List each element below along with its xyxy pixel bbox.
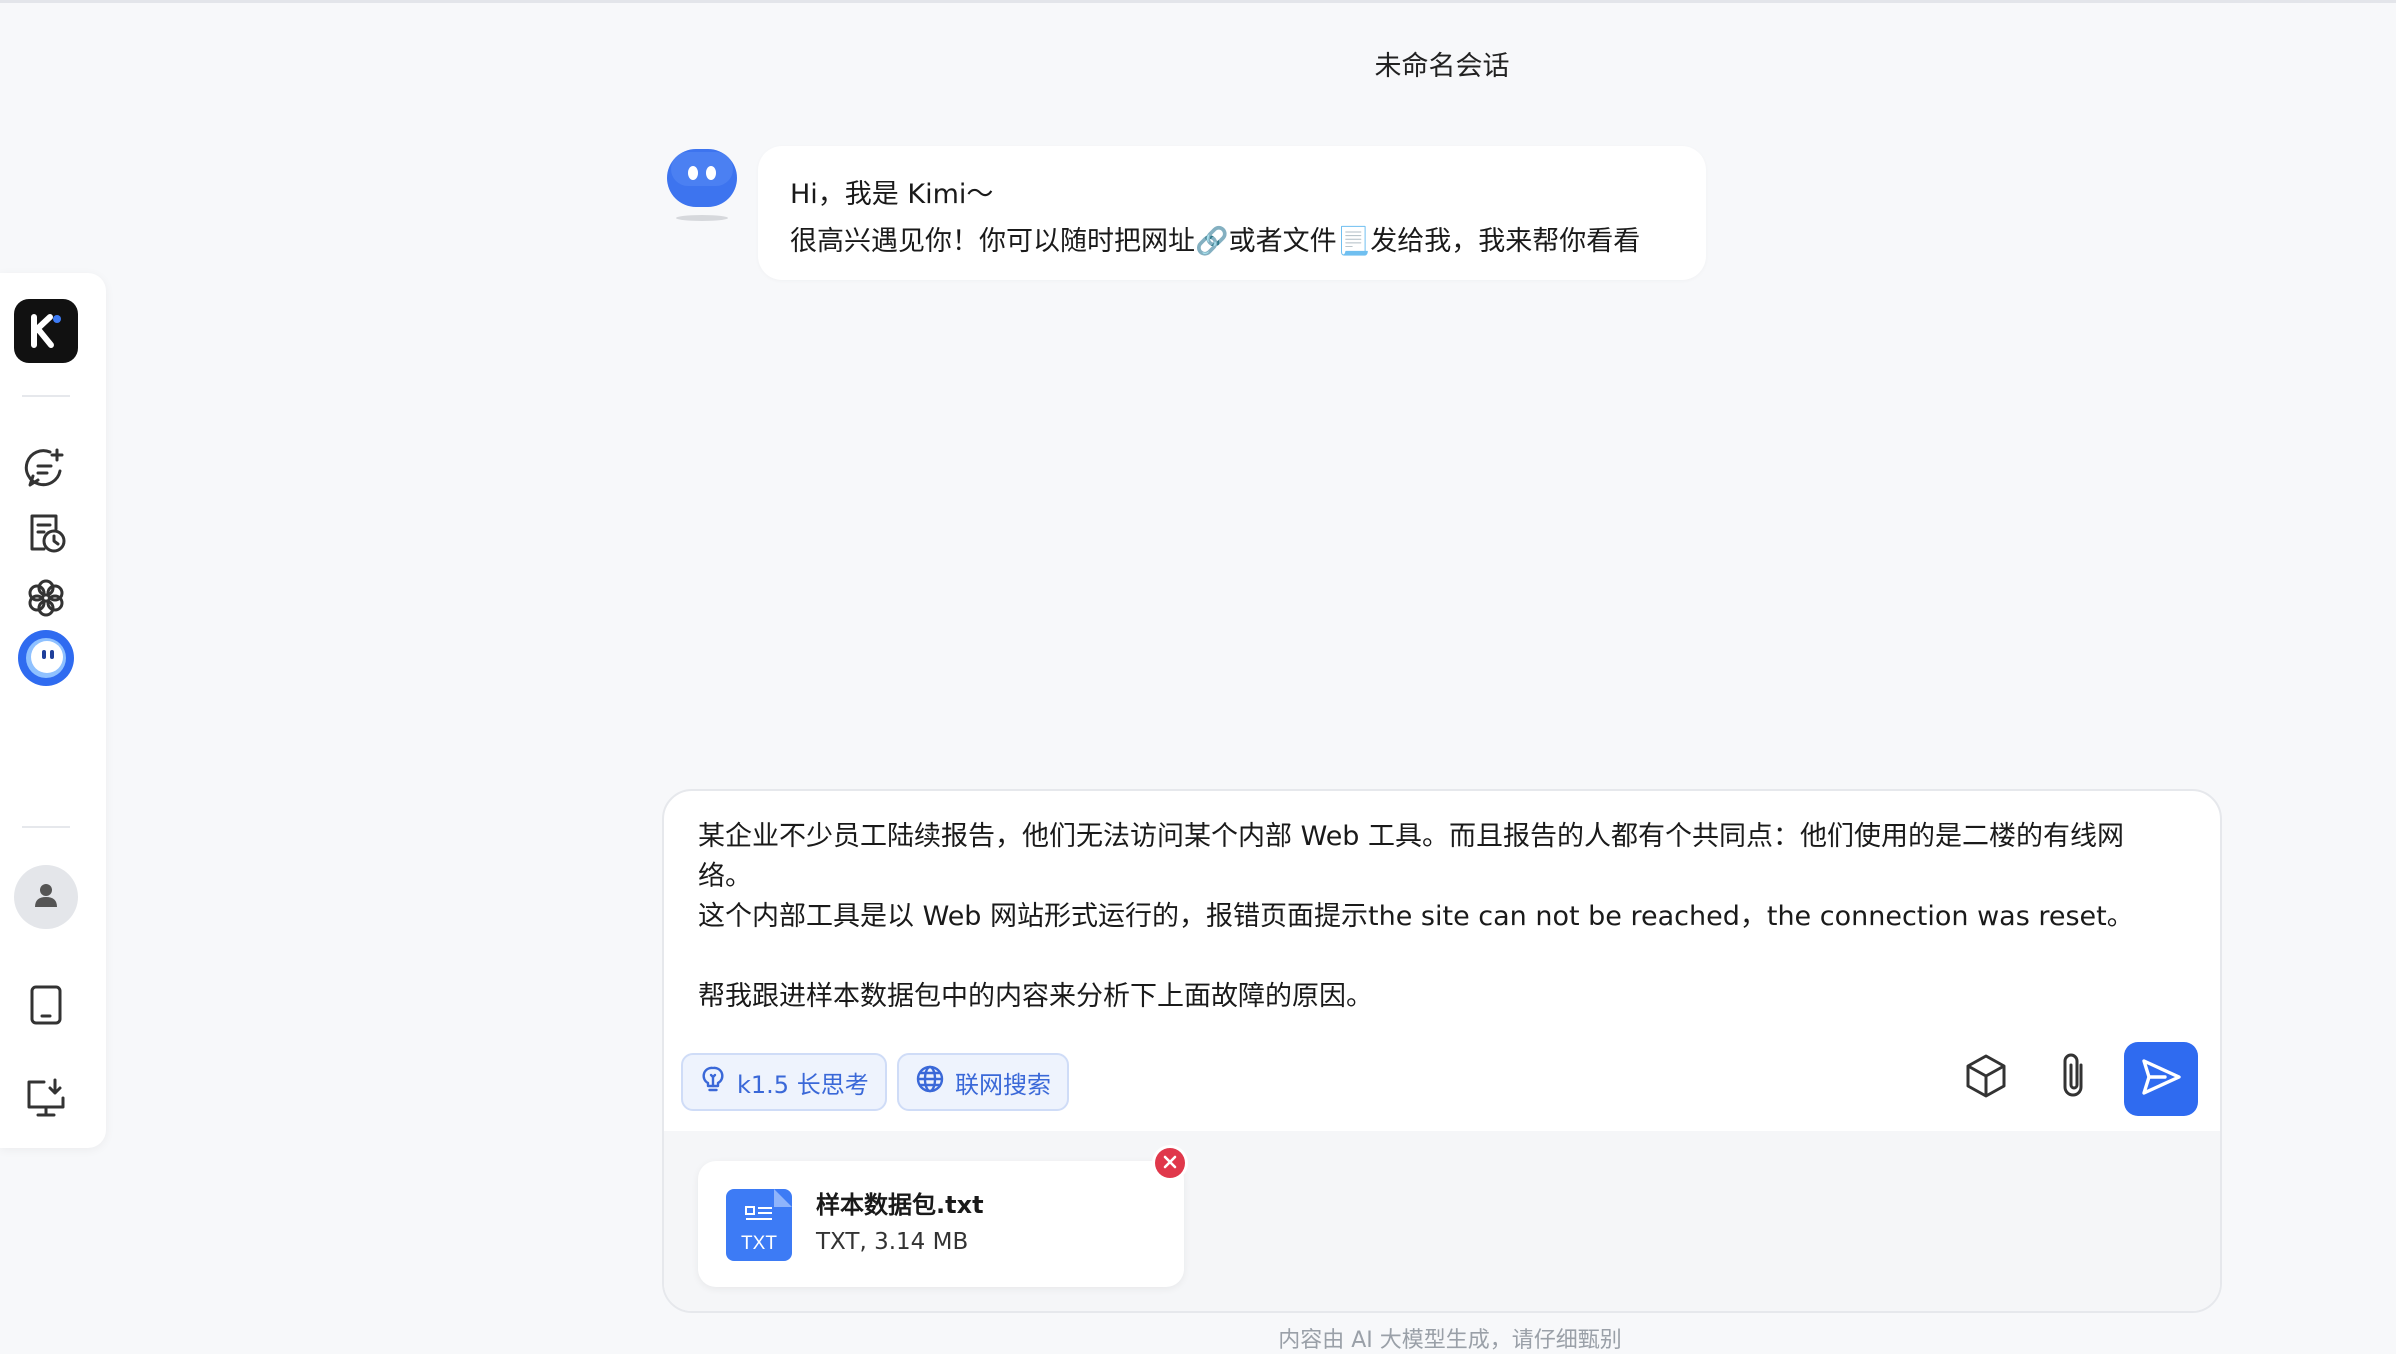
lightbulb-icon [699,1065,727,1099]
avatar [14,865,78,929]
greeting-line: 很高兴遇见你！你可以随时把网址🔗或者文件📃发给我，我来帮你看看 [790,226,1641,257]
sidebar-divider [22,395,70,397]
message-line: 络。 [698,861,752,892]
message-composer[interactable]: 某企业不少员工陆续报告，他们无法访问某个内部 Web 工具。而且报告的人都有个共… [662,789,2222,1313]
message-line: 某企业不少员工陆续报告，他们无法访问某个内部 Web 工具。而且报告的人都有个共… [698,821,2125,852]
sidebar-item-home[interactable] [10,295,82,367]
kimi-avatar-icon [665,147,739,223]
file-meta: TXT, 3.14 MB [816,1229,969,1255]
model-box-button[interactable] [1953,1045,2019,1111]
user-icon [32,881,60,913]
tablet-icon [24,983,68,1031]
remove-attachment-button[interactable] [1155,1148,1185,1178]
file-name: 样本数据包.txt [816,1191,984,1219]
k-logo-icon [14,299,78,363]
disclaimer: 内容由 AI 大模型生成，请仔细甄别 [1278,1328,1622,1353]
web-search-label: 联网搜索 [955,1070,1051,1099]
long-thinking-label: k1.5 长思考 [737,1070,869,1099]
greeting-line: Hi，我是 Kimi～ [790,179,994,210]
message-line: 帮我跟进样本数据包中的内容来分析下上面故障的原因。 [698,981,1373,1012]
sidebar-item-new-chat[interactable] [10,434,82,506]
attachment-area: TXT 样本数据包.txt TXT, 3.14 MB [664,1131,2220,1311]
txt-file-icon: TXT [726,1189,792,1261]
greeting-bubble: Hi，我是 Kimi～ 很高兴遇见你！你可以随时把网址🔗或者文件📃发给我，我来帮… [758,146,1706,280]
chat-plus-icon [24,446,68,494]
sidebar-item-mobile-app[interactable] [10,971,82,1043]
cube-icon [1962,1052,2010,1104]
sidebar-item-history[interactable] [10,499,82,571]
message-line [698,937,2188,977]
sidebar-item-kimi-assistant[interactable] [10,624,82,696]
paperclip-icon [2053,1051,2093,1105]
sidebar-divider [22,826,70,828]
flower-icon [24,576,68,624]
send-icon [2139,1055,2183,1103]
message-line: 这个内部工具是以 Web 网站形式运行的，报错页面提示the site can … [698,901,2134,932]
sidebar-item-desktop-download[interactable] [10,1064,82,1136]
attach-file-button[interactable] [2040,1045,2106,1111]
page-title: 未命名会话 [1374,51,1510,82]
history-icon [24,511,68,559]
sidebar-item-user[interactable] [10,861,82,933]
send-button[interactable] [2124,1042,2198,1116]
file-ext-label: TXT [741,1233,777,1254]
attachment-card[interactable]: TXT 样本数据包.txt TXT, 3.14 MB [698,1161,1184,1287]
close-icon [1163,1154,1177,1173]
long-thinking-toggle[interactable]: k1.5 长思考 [681,1053,887,1111]
kimi-orb-icon [14,626,78,694]
sidebar [0,273,106,1148]
top-border [0,0,2396,3]
message-input[interactable]: 某企业不少员工陆续报告，他们无法访问某个内部 Web 工具。而且报告的人都有个共… [698,817,2188,1017]
monitor-download-icon [24,1076,68,1124]
web-search-toggle[interactable]: 联网搜索 [897,1053,1069,1111]
globe-icon [915,1064,945,1100]
